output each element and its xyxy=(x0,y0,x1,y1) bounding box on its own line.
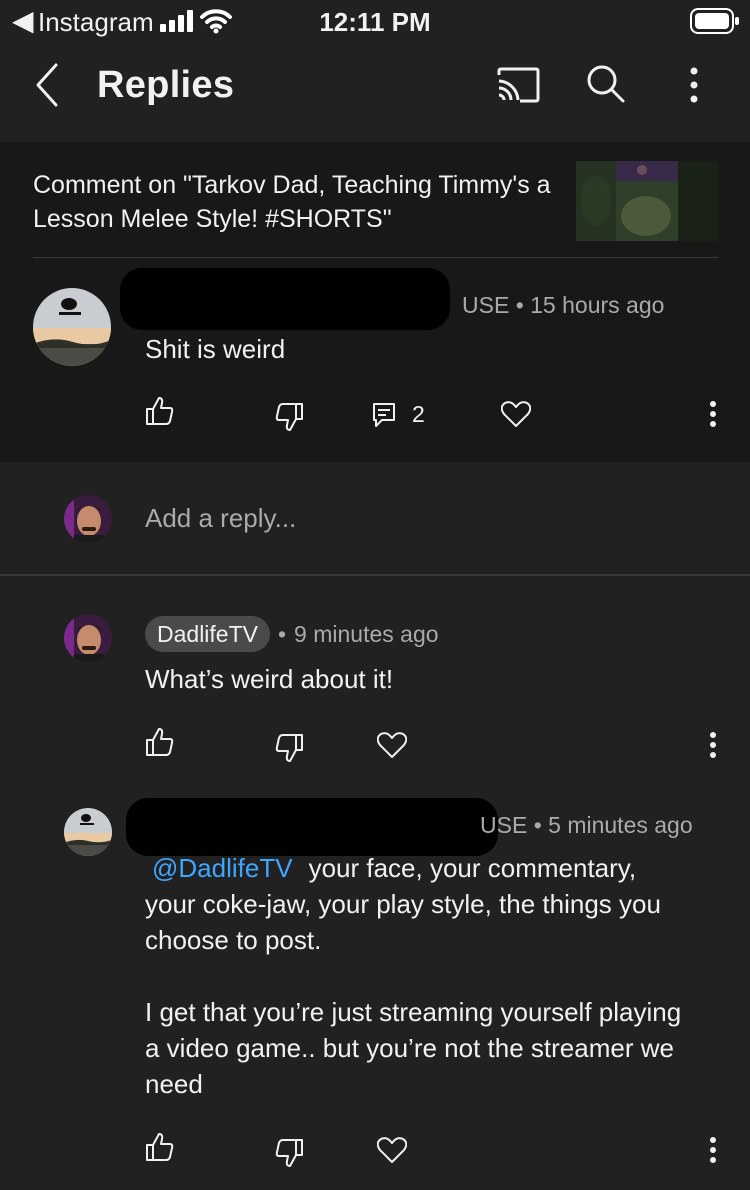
reply-meta: USE • 5 minutes ago xyxy=(480,812,693,839)
divider xyxy=(33,257,718,258)
dislike-icon[interactable] xyxy=(274,402,304,432)
meta-separator: • xyxy=(277,620,287,647)
cast-icon[interactable] xyxy=(496,67,540,108)
more-vert-icon[interactable] xyxy=(708,1136,718,1169)
heart-icon[interactable] xyxy=(501,400,531,428)
like-icon[interactable] xyxy=(145,1132,175,1162)
reply-time: 9 minutes ago xyxy=(294,620,439,647)
back-chevron-icon[interactable] xyxy=(30,62,64,113)
reply-text: @DadlifeTV your face, your commentary, yo… xyxy=(145,850,715,1102)
reply-meta: DadlifeTV • 9 minutes ago xyxy=(145,616,439,652)
author-suffix: USE xyxy=(462,292,510,318)
comment-meta: USE • 15 hours ago xyxy=(462,292,664,319)
comment-time: 15 hours ago xyxy=(530,292,665,318)
redacted-username xyxy=(126,798,498,856)
avatar[interactable] xyxy=(33,288,111,366)
more-vert-icon[interactable] xyxy=(708,400,718,433)
reply-text: What’s weird about it! xyxy=(145,664,394,694)
redacted-username xyxy=(120,268,450,330)
more-vert-icon[interactable] xyxy=(708,731,718,764)
video-title-link[interactable]: Comment on "Tarkov Dad, Teaching Timmy's… xyxy=(33,168,563,236)
reply-text-line1: your face, your commentary, xyxy=(308,853,637,883)
reply-count: 2 xyxy=(412,401,425,427)
author-suffix: USE xyxy=(480,812,528,838)
reply-text-rest: your coke-jaw, your play style, the thin… xyxy=(145,889,661,955)
avatar[interactable] xyxy=(64,614,112,662)
meta-separator: • xyxy=(533,812,549,838)
meta-separator: • xyxy=(515,292,531,318)
comment-text: Shit is weird xyxy=(145,334,286,364)
add-reply-input[interactable]: Add a reply... xyxy=(145,503,296,534)
avatar[interactable] xyxy=(64,808,112,856)
heart-icon[interactable] xyxy=(377,731,407,759)
divider xyxy=(0,574,750,576)
reply-time: 5 minutes ago xyxy=(548,812,693,838)
more-vert-icon[interactable] xyxy=(688,66,700,109)
add-reply-bar xyxy=(0,462,750,574)
heart-icon[interactable] xyxy=(377,1136,407,1164)
like-icon[interactable] xyxy=(145,396,175,426)
dislike-icon[interactable] xyxy=(274,1138,304,1168)
like-icon[interactable] xyxy=(145,727,175,757)
current-user-avatar xyxy=(64,495,112,543)
battery-icon xyxy=(690,8,740,39)
page-title: Replies xyxy=(97,64,235,106)
mention-link[interactable]: @DadlifeTV xyxy=(152,853,293,883)
video-thumbnail[interactable] xyxy=(576,161,718,241)
replies-icon[interactable] xyxy=(372,402,396,428)
search-icon[interactable] xyxy=(586,64,626,109)
author-badge[interactable]: DadlifeTV xyxy=(145,616,270,652)
dislike-icon[interactable] xyxy=(274,733,304,763)
status-time: 12:11 PM xyxy=(319,7,431,37)
reply-text-paragraph2: I get that you’re just streaming yoursel… xyxy=(145,997,682,1099)
